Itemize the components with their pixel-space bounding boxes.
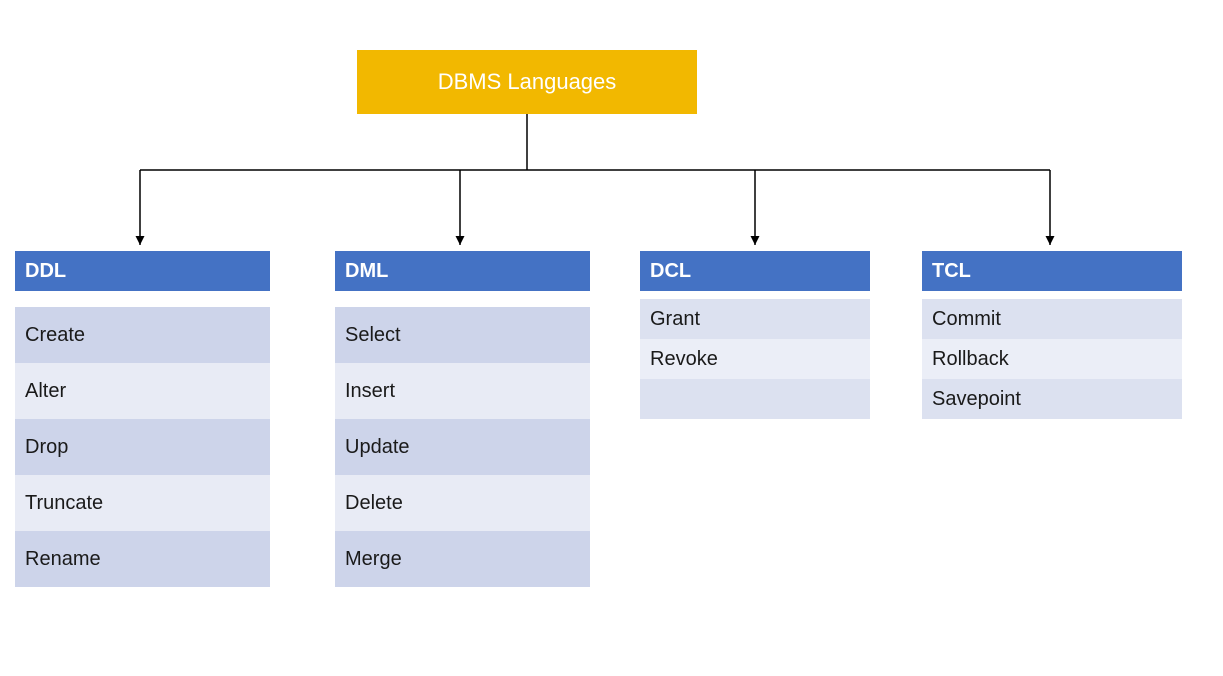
- list-item: Grant: [640, 299, 870, 339]
- category-label: TCL: [932, 260, 971, 283]
- category-header-tcl: TCL: [922, 251, 1182, 291]
- list-item: Merge: [335, 531, 590, 587]
- category-dcl: DCL Grant Revoke: [640, 251, 870, 419]
- category-header-dml: DML: [335, 251, 590, 291]
- category-header-dcl: DCL: [640, 251, 870, 291]
- category-body-dml: Select Insert Update Delete Merge: [335, 307, 590, 587]
- category-dml: DML Select Insert Update Delete Merge: [335, 251, 590, 587]
- category-ddl: DDL Create Alter Drop Truncate Rename: [15, 251, 270, 587]
- list-item: Delete: [335, 475, 590, 531]
- list-item: Commit: [922, 299, 1182, 339]
- list-item: Select: [335, 307, 590, 363]
- list-item: Drop: [15, 419, 270, 475]
- list-item: Savepoint: [922, 379, 1182, 419]
- category-label: DCL: [650, 260, 691, 283]
- category-body-dcl: Grant Revoke: [640, 299, 870, 419]
- category-label: DDL: [25, 260, 66, 283]
- category-tcl: TCL Commit Rollback Savepoint: [922, 251, 1182, 419]
- category-body-ddl: Create Alter Drop Truncate Rename: [15, 307, 270, 587]
- list-item: Update: [335, 419, 590, 475]
- root-title: DBMS Languages: [438, 69, 617, 95]
- list-item: [640, 379, 870, 419]
- list-item: Insert: [335, 363, 590, 419]
- list-item: Alter: [15, 363, 270, 419]
- list-item: Create: [15, 307, 270, 363]
- list-item: Truncate: [15, 475, 270, 531]
- list-item: Revoke: [640, 339, 870, 379]
- category-header-ddl: DDL: [15, 251, 270, 291]
- list-item: Rename: [15, 531, 270, 587]
- list-item: Rollback: [922, 339, 1182, 379]
- root-node: DBMS Languages: [357, 50, 697, 114]
- category-label: DML: [345, 260, 388, 283]
- category-body-tcl: Commit Rollback Savepoint: [922, 299, 1182, 419]
